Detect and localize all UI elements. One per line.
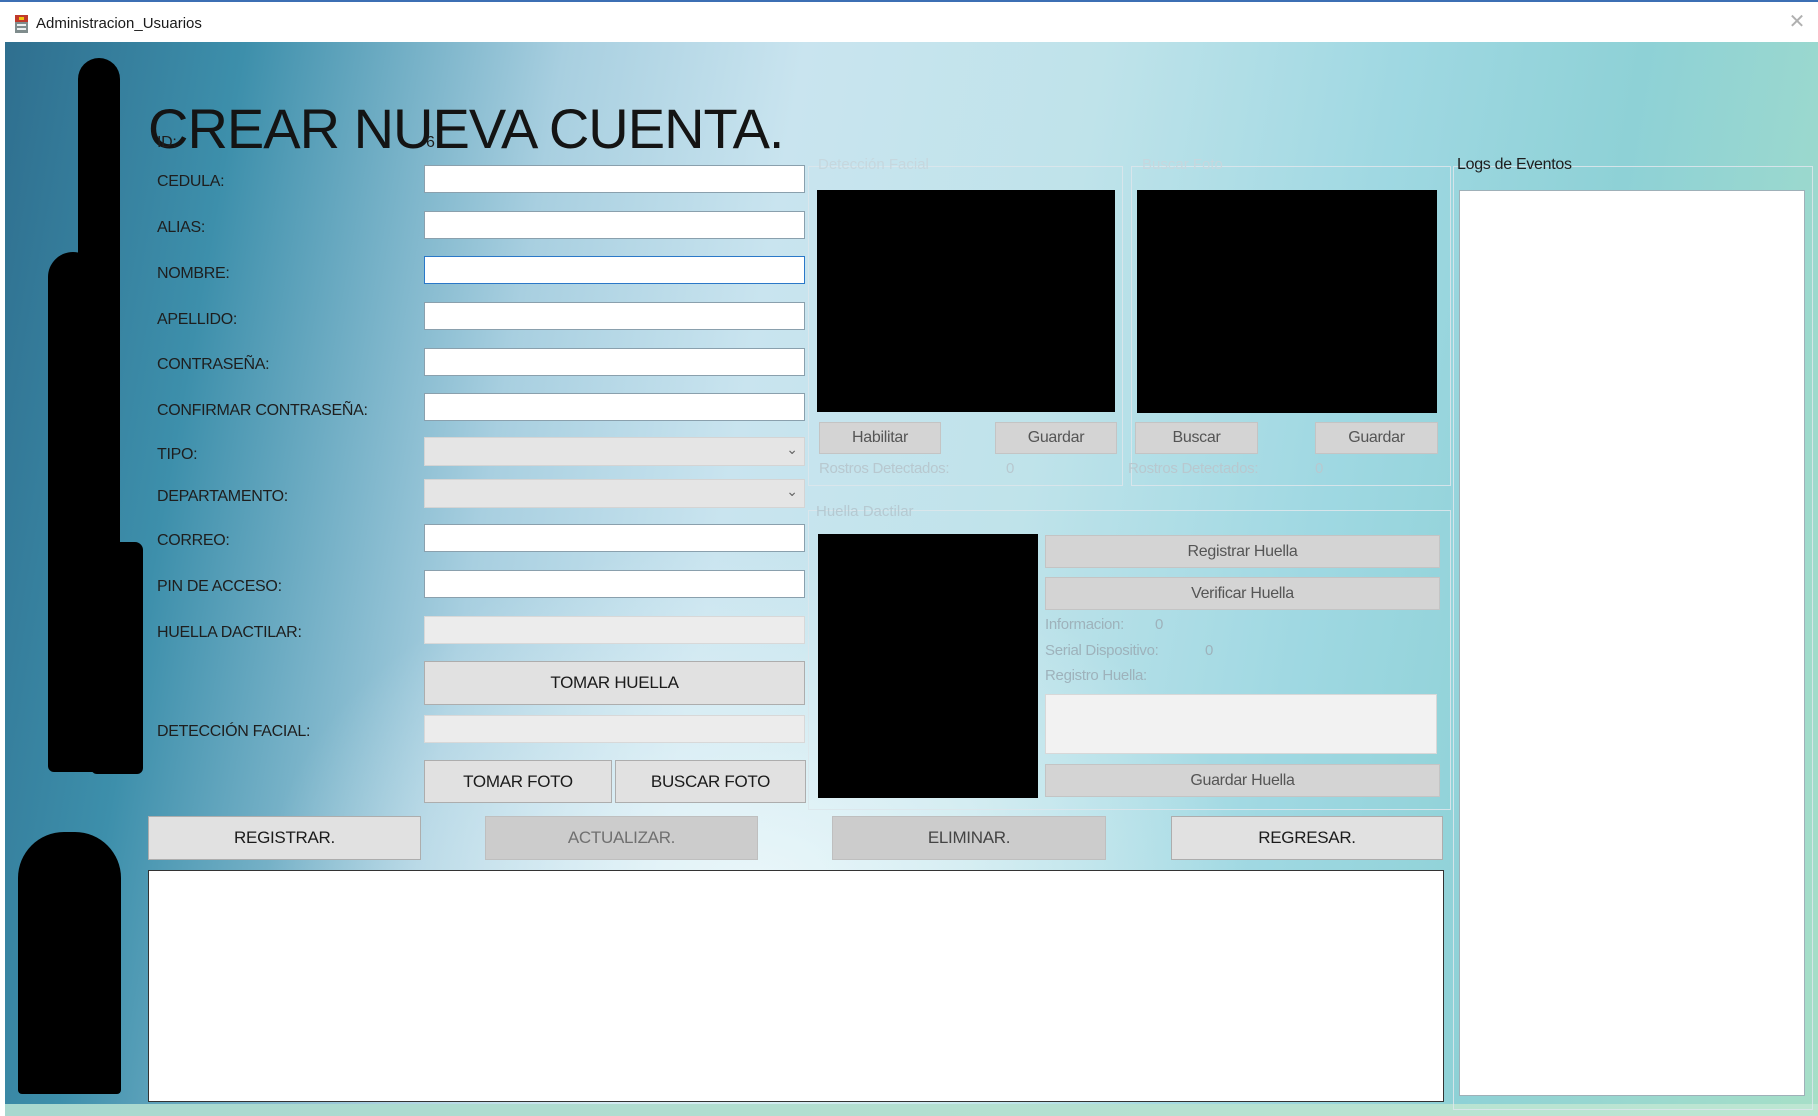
guardar-facial-button[interactable]: Guardar [995,422,1117,454]
silhouette-decoration [18,832,121,1094]
actualizar-button[interactable]: ACTUALIZAR. [485,816,758,860]
registro-huella-label: Registro Huella: [1045,667,1147,684]
cedula-input[interactable] [424,165,805,193]
rostros-detectados-value: 0 [1006,460,1015,477]
buscar-foto-button[interactable]: BUSCAR FOTO [615,760,806,803]
rostros-detectados-value: 0 [1315,460,1324,477]
chevron-down-icon: ⌄ [786,441,798,457]
logs-group-title: Logs de Eventos [1457,156,1572,173]
photo-preview [1137,190,1437,413]
tomar-huella-button[interactable]: TOMAR HUELLA [424,661,805,705]
deteccion-facial-input [424,715,805,743]
informacion-value: 0 [1155,616,1164,633]
registrar-button[interactable]: REGISTRAR. [148,816,421,860]
departamento-select[interactable]: ⌄ [424,479,805,508]
client-area: CREAR NUEVA CUENTA. ID: 6 CEDULA: ALIAS:… [5,42,1818,1116]
huella-dactilar-group-title: Huella Dactilar [816,503,914,520]
pin-label: PIN DE ACCESO: [157,578,282,595]
output-textarea[interactable] [148,870,1444,1102]
alias-input[interactable] [424,211,805,239]
nombre-label: NOMBRE: [157,265,230,282]
tipo-label: TIPO: [157,446,198,463]
huella-input [424,616,805,644]
tomar-foto-button[interactable]: TOMAR FOTO [424,760,612,803]
habilitar-button[interactable]: Habilitar [819,422,941,454]
deteccion-facial-label: DETECCIÓN FACIAL: [157,723,311,740]
apellido-input[interactable] [424,302,805,330]
regresar-button[interactable]: REGRESAR. [1171,816,1443,860]
window-title: Administracion_Usuarios [36,15,202,32]
rostros-detectados-label: Rostros Detectados: [1128,460,1259,477]
departamento-label: DEPARTAMENTO: [157,488,288,505]
guardar-foto-button[interactable]: Guardar [1315,422,1438,454]
registro-huella-box[interactable] [1045,694,1437,754]
registrar-huella-button[interactable]: Registrar Huella [1045,535,1440,568]
rostros-detectados-label: Rostros Detectados: [819,460,950,477]
informacion-label: Informacion: [1045,616,1124,633]
correo-input[interactable] [424,524,805,552]
silhouette-decoration [91,542,143,774]
apellido-label: APELLIDO: [157,311,238,328]
guardar-huella-button[interactable]: Guardar Huella [1045,764,1440,797]
app-icon [14,14,29,34]
cedula-label: CEDULA: [157,173,225,190]
close-icon[interactable]: ✕ [1776,2,1818,42]
application-window: Administracion_Usuarios ✕ CREAR NUEVA CU… [0,0,1818,1116]
deteccion-facial-group-title: Detección Facial [818,156,929,173]
buscar-button[interactable]: Buscar [1135,422,1258,454]
id-value: 6 [426,134,435,151]
title-bar: Administracion_Usuarios ✕ [0,0,1818,42]
huella-label: HUELLA DACTILAR: [157,624,302,641]
serial-dispositivo-value: 0 [1205,642,1214,659]
nombre-input[interactable] [424,256,805,284]
camera-preview [817,190,1115,412]
page-title: CREAR NUEVA CUENTA. [148,97,784,160]
id-label: ID: [157,134,177,151]
confirmar-contrasena-input[interactable] [424,393,805,421]
contrasena-label: CONTRASEÑA: [157,356,270,373]
tipo-select[interactable]: ⌄ [424,437,805,466]
pin-input[interactable] [424,570,805,598]
logs-textarea[interactable] [1459,190,1805,1096]
serial-dispositivo-label: Serial Dispositivo: [1045,642,1159,659]
alias-label: ALIAS: [157,219,206,236]
contrasena-input[interactable] [424,348,805,376]
chevron-down-icon: ⌄ [786,483,798,499]
eliminar-button[interactable]: ELIMINAR. [832,816,1106,860]
correo-label: CORREO: [157,532,230,549]
buscar-foto-group-title: Buscar Foto [1142,156,1223,173]
fingerprint-preview [818,534,1038,798]
verificar-huella-button[interactable]: Verificar Huella [1045,577,1440,610]
confirmar-contrasena-label: CONFIRMAR CONTRASEÑA: [157,402,368,419]
